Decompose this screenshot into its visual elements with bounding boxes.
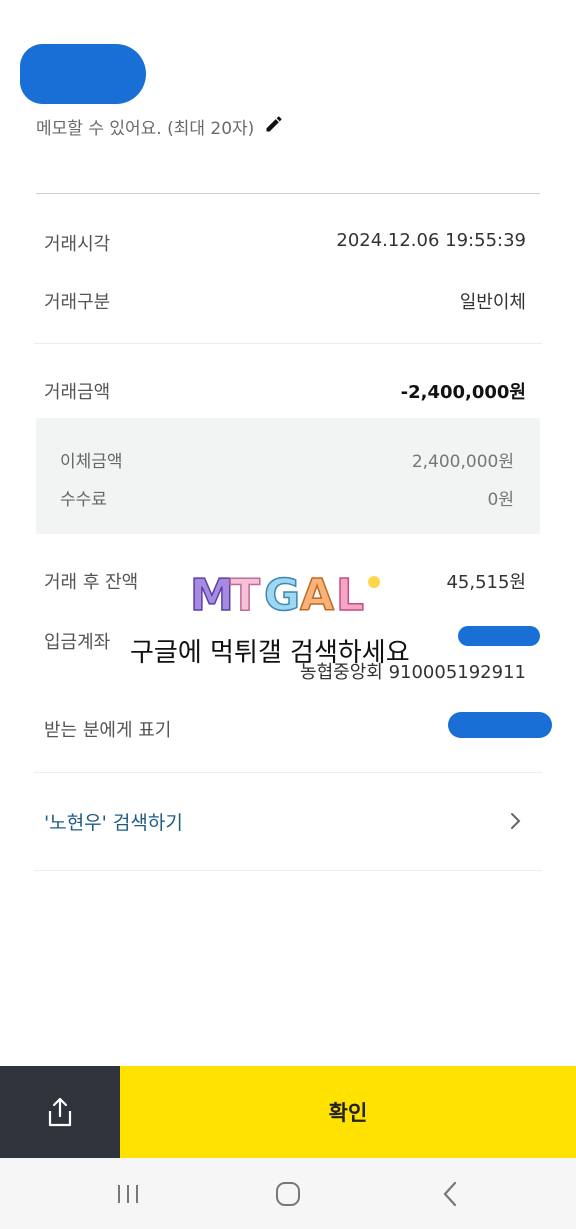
redacted-account-owner — [458, 626, 540, 646]
home-button[interactable] — [268, 1178, 308, 1210]
recent-apps-button[interactable] — [108, 1178, 148, 1210]
mtgal-logo: M T G A L — [190, 569, 380, 618]
logo-letter: A — [300, 570, 334, 618]
search-recipient-link[interactable]: '노현우' 검색하기 — [44, 808, 183, 835]
system-nav-bar — [0, 1158, 576, 1229]
pencil-icon[interactable] — [264, 114, 284, 139]
chevron-right-icon[interactable] — [508, 810, 524, 832]
back-icon — [443, 1181, 457, 1207]
time-value: 2024.12.06 19:55:39 — [336, 230, 526, 251]
redacted-name — [20, 44, 146, 104]
confirm-button[interactable]: 확인 — [120, 1066, 576, 1158]
logo-letter: L — [336, 570, 364, 618]
memo-row[interactable]: 메모할 수 있어요. (최대 20자) — [36, 114, 284, 139]
type-label: 거래구분 — [44, 292, 111, 313]
logo-letter: G — [264, 570, 300, 618]
logo-letter: T — [230, 570, 260, 618]
amount-breakdown: 이체금액 2,400,000원 수수료 0원 — [36, 418, 540, 534]
section-divider — [34, 772, 542, 773]
confirm-label: 확인 — [328, 1101, 368, 1125]
watermark-logo: M T G A L — [190, 568, 386, 618]
time-label: 거래시각 — [44, 234, 111, 255]
section-divider — [34, 343, 542, 344]
recipient-display-label: 받는 분에게 표기 — [44, 720, 172, 741]
transfer-value: 2,400,000원 — [411, 452, 514, 472]
amount-label: 거래금액 — [44, 382, 111, 403]
deposit-account-label: 입금계좌 — [44, 632, 111, 653]
balance-label: 거래 후 잔액 — [44, 572, 139, 593]
recent-apps-icon — [118, 1185, 138, 1203]
home-icon — [276, 1182, 300, 1206]
section-divider — [34, 870, 542, 871]
memo-hint: 메모할 수 있어요. (최대 20자) — [36, 119, 255, 139]
fee-label: 수수료 — [60, 490, 107, 510]
top-divider — [36, 193, 540, 194]
type-value: 일반이체 — [459, 292, 526, 313]
share-button[interactable] — [0, 1066, 120, 1158]
logo-letter: M — [190, 570, 234, 618]
balance-value: 45,515원 — [446, 572, 526, 593]
amount-value: -2,400,000원 — [400, 382, 526, 403]
watermark-overlay-text: 구글에 먹튀갤 검색하세요 — [130, 638, 410, 668]
transfer-label: 이체금액 — [60, 452, 123, 472]
bottom-action-bar: 확인 — [0, 1066, 576, 1158]
redacted-recipient-display — [448, 712, 552, 738]
share-icon — [48, 1097, 72, 1127]
back-button[interactable] — [430, 1178, 470, 1210]
fee-value: 0원 — [487, 490, 514, 510]
sun-icon — [368, 576, 380, 588]
